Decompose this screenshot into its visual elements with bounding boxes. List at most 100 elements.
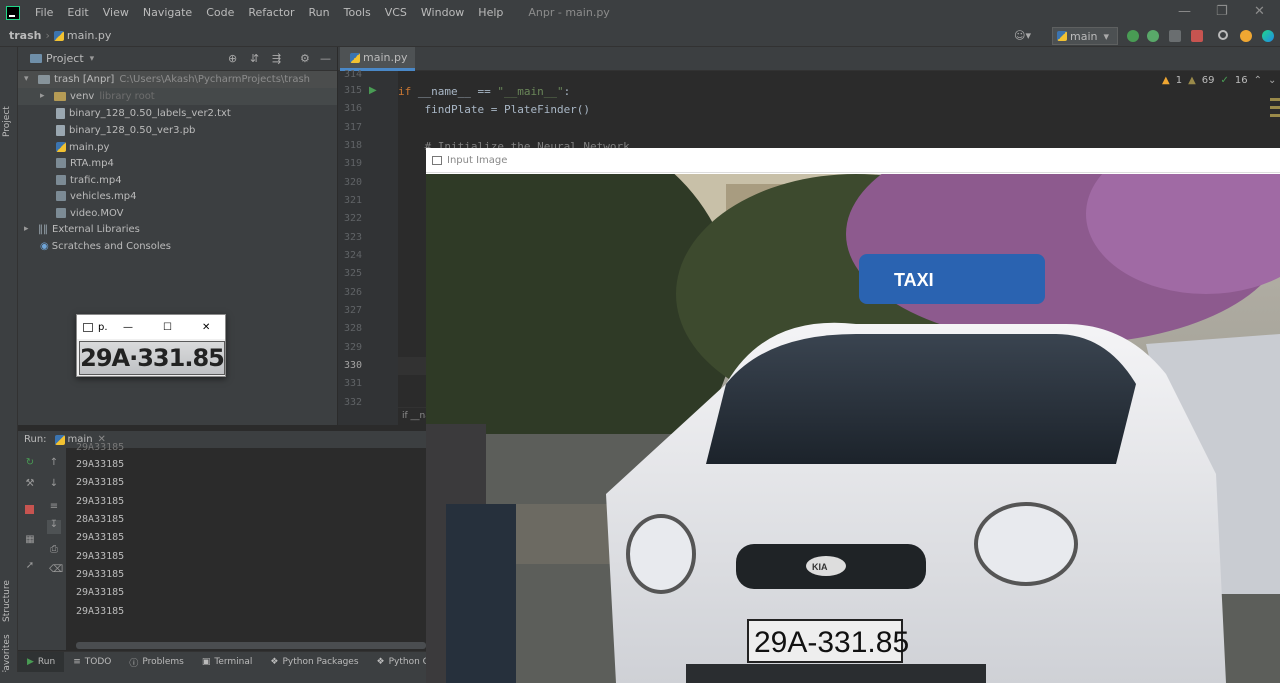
down-arrow-icon[interactable]: ↓	[49, 479, 59, 489]
menu-help[interactable]: Help	[471, 6, 510, 19]
coverage-icon[interactable]	[1169, 30, 1181, 42]
license-plate-text: 29A-331.85	[754, 626, 909, 659]
scratches-icon: ◉	[40, 241, 49, 252]
project-tool-tab[interactable]: Project	[2, 106, 12, 137]
gear-icon[interactable]: ⚙	[300, 52, 310, 65]
tree-item-file[interactable]: vehicles.mp4	[18, 188, 337, 205]
expand-all-icon[interactable]: ⇵	[250, 52, 259, 65]
input-image-window[interactable]: Input Image TAXI KIA 29A-331.85	[426, 148, 1280, 683]
up-arrow-icon[interactable]: ↑	[49, 458, 59, 468]
soft-wrap-icon[interactable]: ≡	[49, 502, 59, 512]
plate-window-titlebar[interactable]: p. — ☐ ✕	[77, 315, 225, 339]
menu-navigate[interactable]: Navigate	[136, 6, 199, 19]
scroll-to-end-icon[interactable]: ↧	[47, 520, 61, 534]
maximize-icon[interactable]: ☐	[163, 322, 172, 333]
layout-icon[interactable]: ▦	[25, 535, 35, 545]
menu-window[interactable]: Window	[414, 6, 471, 19]
restore-icon[interactable]: ❐	[1216, 4, 1228, 19]
console-line: 29A33185	[76, 496, 125, 507]
menu-file[interactable]: File	[28, 6, 60, 19]
menu-edit[interactable]: Edit	[60, 6, 95, 19]
updates-icon[interactable]	[1240, 30, 1252, 42]
locate-icon[interactable]: ⊕	[228, 52, 237, 65]
bottom-tab-terminal[interactable]: ▣ Terminal	[193, 657, 262, 667]
menu-vcs[interactable]: VCS	[378, 6, 414, 19]
file-label: trafic.mp4	[70, 175, 122, 186]
minimize-icon[interactable]: —	[123, 322, 133, 333]
rerun-icon[interactable]	[1127, 30, 1139, 42]
editor-gutter: 314 315 316 317 318 319 320 321 322 323 …	[338, 69, 398, 425]
jetbrains-icon[interactable]	[1262, 30, 1274, 42]
inspection-widget[interactable]: ▲ 1 ▲ 69 ✓ 16 ⌃ ⌄	[1162, 75, 1276, 86]
breadcrumb-project[interactable]: trash	[0, 29, 45, 42]
motorbike	[446, 504, 516, 683]
code-line: if __name__ == "__main__":	[398, 85, 571, 98]
console-line: 29A33185	[76, 551, 125, 562]
tree-item-file[interactable]: binary_128_0.50_labels_ver2.txt	[18, 105, 337, 122]
weak-warning-icon: ▲	[1188, 75, 1196, 86]
minimize-icon[interactable]: —	[1178, 4, 1191, 19]
breadcrumb-file[interactable]: main.py	[50, 29, 111, 42]
external-libraries-label: External Libraries	[52, 224, 140, 235]
close-icon[interactable]: ✕	[1254, 4, 1265, 19]
chevron-up-icon[interactable]: ⌃	[1254, 75, 1262, 86]
editor-tab-main[interactable]: main.py	[340, 47, 415, 71]
tree-item-scratches[interactable]: ◉ Scratches and Consoles	[18, 238, 337, 255]
tree-root[interactable]: ▾ trash [Anpr] C:\Users\Akash\PycharmProj…	[18, 71, 337, 88]
tree-item-file[interactable]: main.py	[18, 139, 337, 156]
input-image-titlebar[interactable]: Input Image	[426, 148, 1280, 173]
plate-window[interactable]: p. — ☐ ✕ 29A·331.85	[76, 314, 226, 377]
trash-icon[interactable]: ⌫	[49, 565, 63, 575]
menu-run[interactable]: Run	[302, 6, 337, 19]
wrench-icon[interactable]: ⚒	[25, 479, 35, 489]
tree-item-file[interactable]: binary_128_0.50_ver3.pb	[18, 122, 337, 139]
error-stripe[interactable]	[1270, 98, 1280, 128]
bottom-tab-label: Python Packages	[282, 657, 359, 667]
chevron-down-icon: ▾	[24, 74, 29, 84]
favorites-tool-tab[interactable]: Favorites	[2, 634, 12, 675]
user-icon[interactable]: ☺▾	[1014, 29, 1031, 42]
run-gutter-icon[interactable]: ▶	[369, 85, 377, 96]
menu-tools[interactable]: Tools	[337, 6, 378, 19]
hide-icon[interactable]: —	[320, 52, 331, 65]
bottom-tab-todo[interactable]: ≡ TODO	[64, 657, 120, 667]
close-icon[interactable]: ✕	[202, 322, 210, 333]
menu-view[interactable]: View	[96, 6, 136, 19]
tree-item-file[interactable]: video.MOV	[18, 205, 337, 222]
console-line: 29A33185	[76, 606, 125, 617]
tree-item-external-libraries[interactable]: ▸ ‖‖ External Libraries	[18, 221, 337, 238]
search-icon[interactable]	[1218, 30, 1228, 40]
collapse-all-icon[interactable]: ⇶	[272, 52, 281, 65]
tree-item-file[interactable]: RTA.mp4	[18, 155, 337, 172]
tree-item-venv[interactable]: ▸ venv library root	[18, 88, 337, 105]
menu-code[interactable]: Code	[199, 6, 241, 19]
menu-refactor[interactable]: Refactor	[241, 6, 301, 19]
horizontal-scrollbar[interactable]	[76, 642, 426, 649]
run-config-select[interactable]: main ▾	[1052, 27, 1118, 45]
console-line-partial: 29A33185	[76, 442, 125, 453]
run-toolbar: ↻ ↑ ⚒ ↓ ≡ ↧ ▦ ⎙ ➚ ⌫	[18, 448, 66, 650]
pin-icon[interactable]: ➚	[25, 561, 35, 571]
stop-icon[interactable]	[25, 505, 34, 514]
input-image-title: Input Image	[447, 154, 508, 166]
line-number: 325	[343, 268, 362, 279]
ok-count: 16	[1234, 75, 1248, 86]
tree-item-file[interactable]: trafic.mp4	[18, 172, 337, 189]
video-file-icon	[56, 208, 66, 218]
left-headlight	[626, 514, 696, 594]
project-panel-title[interactable]: Project	[46, 52, 84, 65]
debug-icon[interactable]	[1147, 30, 1159, 42]
run-label: Run:	[24, 434, 47, 445]
bottom-tab-problems[interactable]: ⓘ Problems	[120, 656, 193, 669]
run-console-output[interactable]: 29A33185 29A33185 29A33185 29A33185 28A3…	[66, 442, 426, 650]
structure-tool-tab[interactable]: Structure	[2, 580, 12, 622]
chevron-down-icon[interactable]: ⌄	[1268, 75, 1276, 86]
menu-bar: File Edit View Navigate Code Refactor Ru…	[0, 0, 1280, 25]
chevron-down-icon[interactable]: ▾	[90, 54, 95, 64]
file-label: binary_128_0.50_ver3.pb	[69, 125, 196, 136]
rerun-icon[interactable]: ↻	[25, 458, 35, 468]
print-icon[interactable]: ⎙	[49, 545, 59, 555]
bottom-tab-run[interactable]: ▶ Run	[18, 651, 65, 673]
bottom-tab-python-packages[interactable]: ❖ Python Packages	[261, 657, 367, 667]
stop-icon[interactable]	[1191, 30, 1203, 42]
